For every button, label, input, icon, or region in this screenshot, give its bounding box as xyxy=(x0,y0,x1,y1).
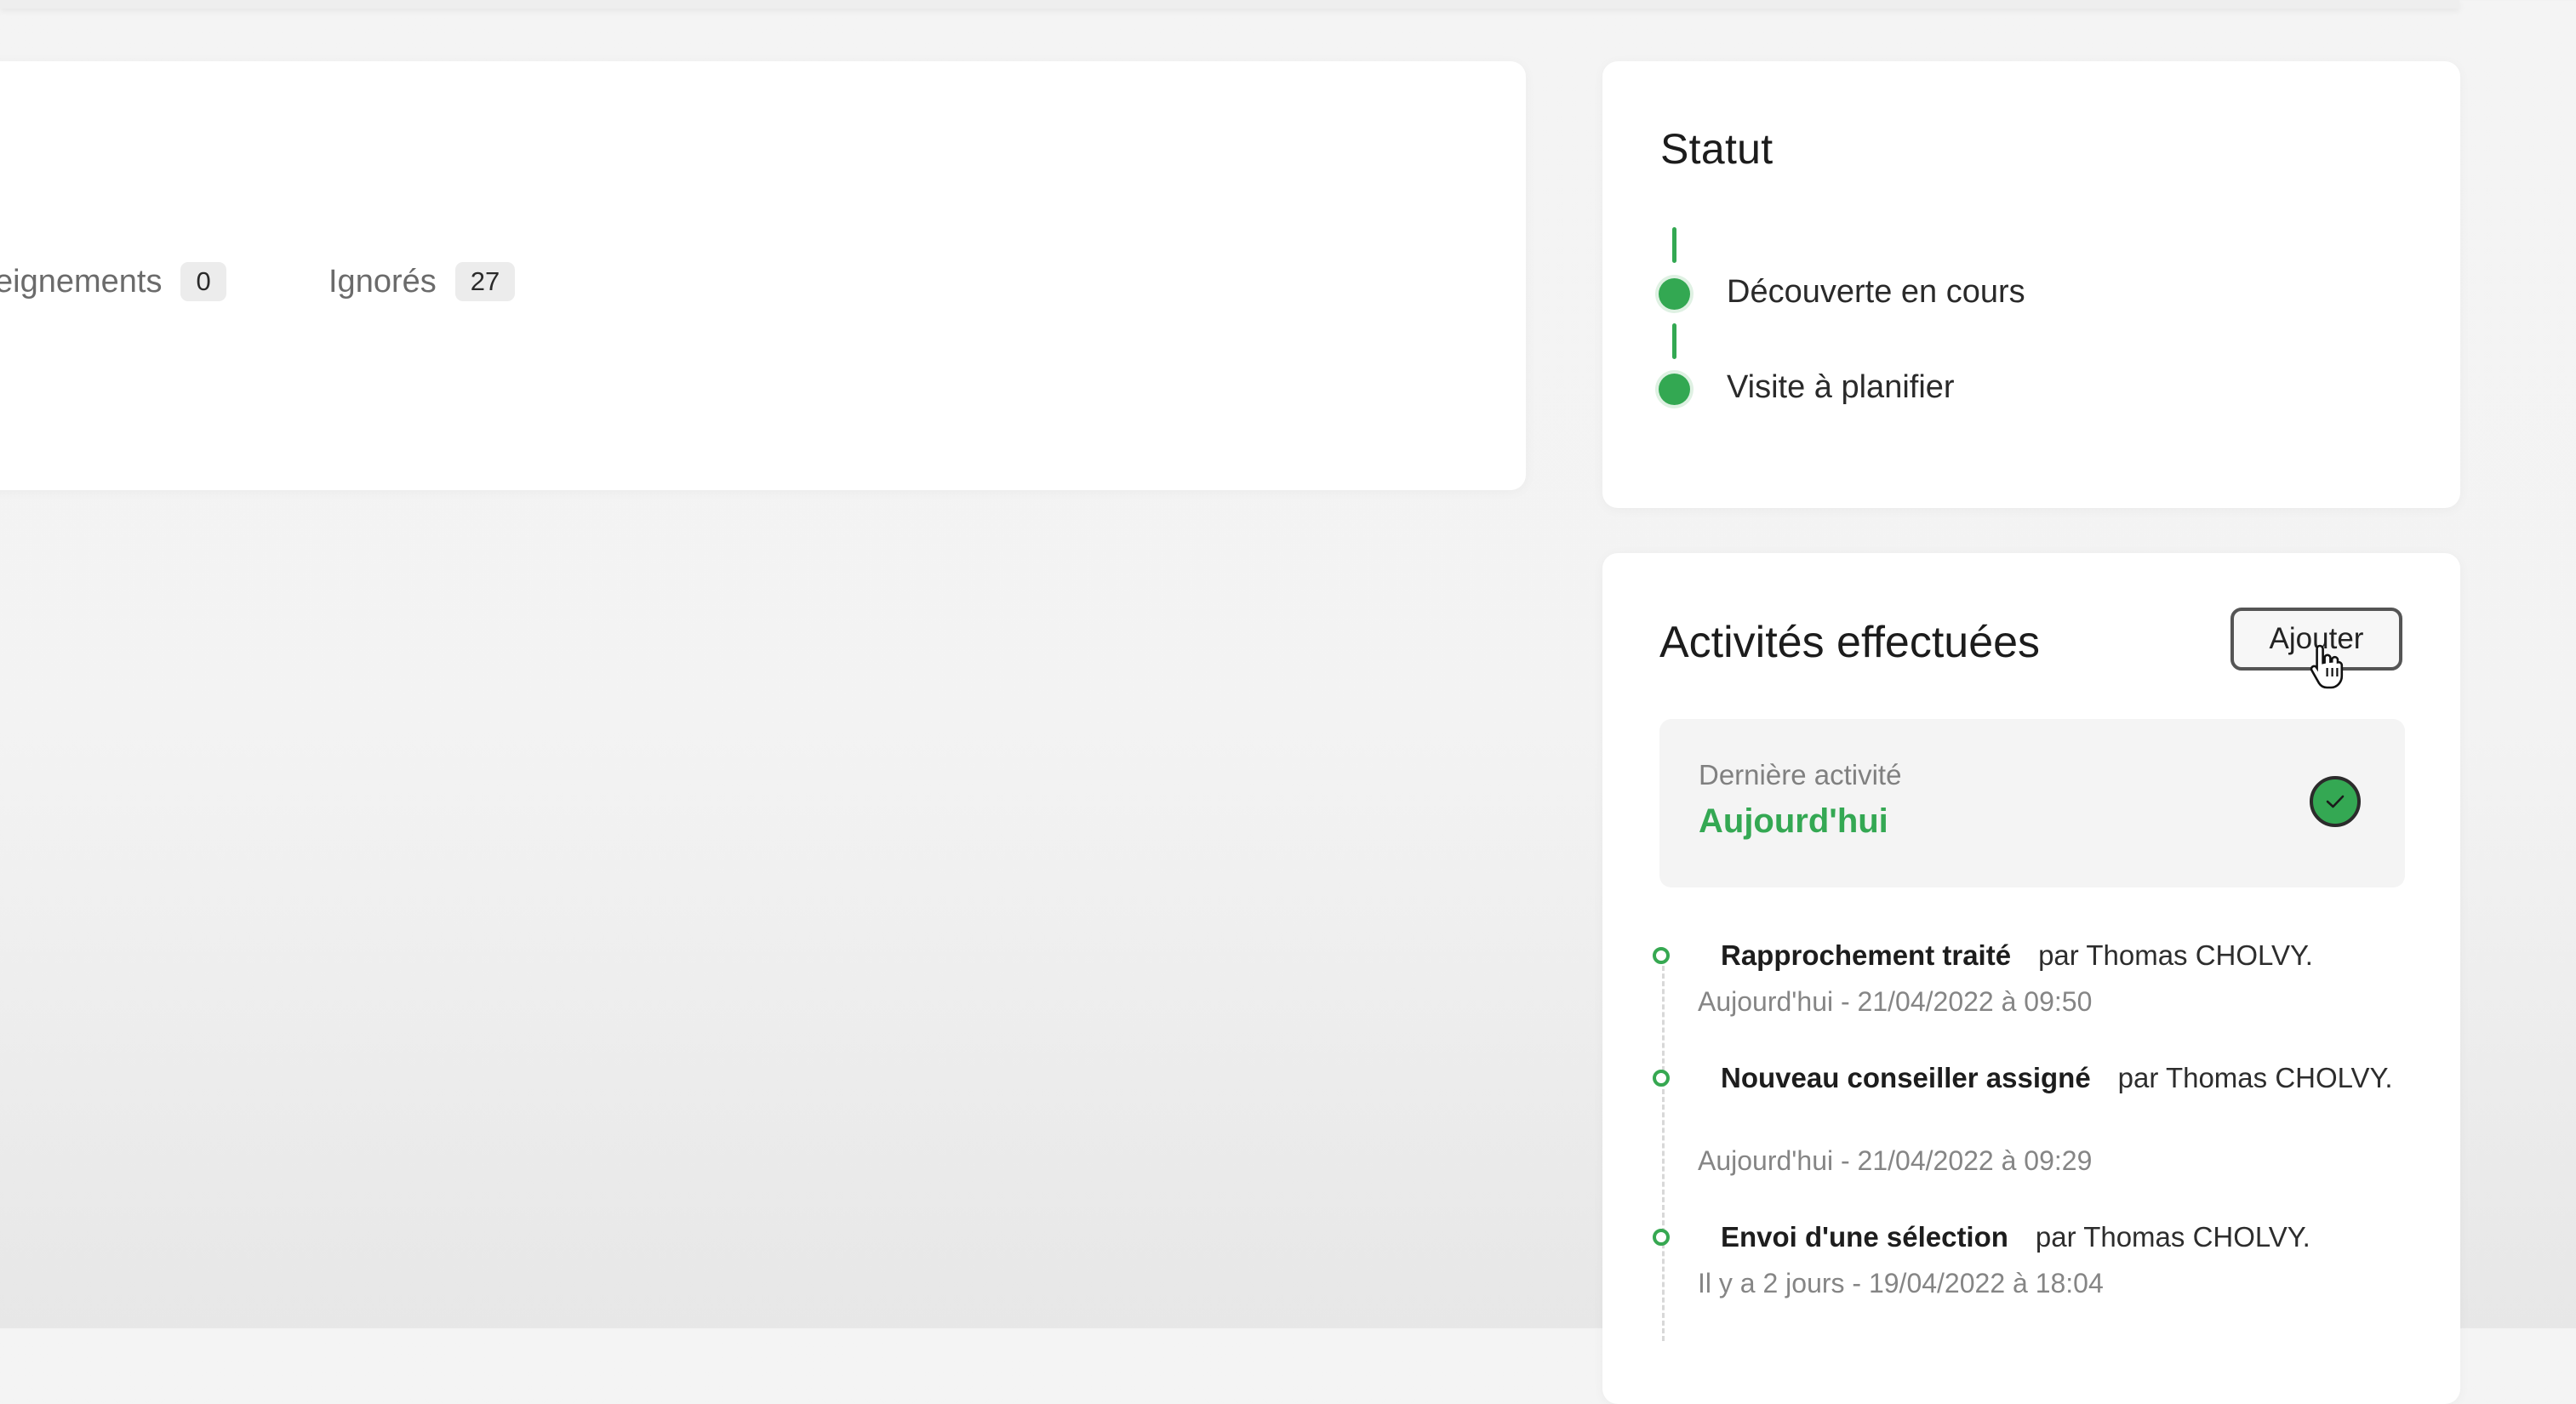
status-step-label: Visite à planifier xyxy=(1727,369,1955,405)
timeline-dot-icon xyxy=(1653,1070,1670,1087)
filter-count-badge: 0 xyxy=(180,262,226,301)
timeline-date: Aujourd'hui - 21/04/2022 à 09:50 xyxy=(1698,986,2093,1017)
timeline-item-text: Envoi d'une sélection par Thomas CHOLVY. xyxy=(1698,1219,2396,1256)
activities-title: Activités effectuées xyxy=(1659,618,2041,667)
filter-count-badge: 27 xyxy=(454,262,516,301)
timeline-connector xyxy=(1662,958,1665,1341)
timeline-event: Nouveau conseiller assigné xyxy=(1721,1062,2091,1093)
last-activity-value: Aujourd'hui xyxy=(1699,802,1888,840)
timeline-dot-icon xyxy=(1653,1229,1670,1246)
timeline-date: Aujourd'hui - 21/04/2022 à 09:29 xyxy=(1698,1145,2093,1176)
last-activity-panel: Dernière activité Aujourd'hui xyxy=(1659,719,2405,887)
timeline-date: Il y a 2 jours - 19/04/2022 à 18:04 xyxy=(1698,1268,2104,1298)
last-activity-label: Dernière activité xyxy=(1699,759,1902,790)
status-card: Statut Découverte en cours Visite à plan… xyxy=(1602,61,2460,508)
timeline-author: par Thomas CHOLVY. xyxy=(2117,1062,2393,1093)
hand-pointer-icon xyxy=(2308,643,2345,698)
timeline-dot-icon xyxy=(1653,947,1670,964)
status-step-dot xyxy=(1659,278,1690,310)
status-step-dot xyxy=(1659,374,1690,405)
status-connector xyxy=(1672,323,1676,359)
listing-panel xyxy=(0,61,1526,490)
timeline-author: par Thomas CHOLVY. xyxy=(2035,1221,2310,1253)
status-connector xyxy=(1672,227,1676,263)
status-step-label: Découverte en cours xyxy=(1727,274,2025,310)
filter-tab-ignores[interactable]: Ignorés 27 xyxy=(328,262,516,301)
filter-label: Ignorés xyxy=(328,263,437,300)
timeline-event: Envoi d'une sélection xyxy=(1721,1221,2008,1253)
timeline-item-text: Nouveau conseiller assigné par Thomas CHO… xyxy=(1698,1059,2396,1097)
filter-label: eignements xyxy=(0,263,163,300)
filter-tab-renseignements[interactable]: eignements 0 xyxy=(0,262,226,301)
check-circle-icon xyxy=(2310,776,2361,827)
status-title: Statut xyxy=(1660,125,1773,173)
timeline-event: Rapprochement traité xyxy=(1721,939,2012,971)
timeline-author: par Thomas CHOLVY. xyxy=(2038,939,2313,971)
timeline-item-text: Rapprochement traité par Thomas CHOLVY. xyxy=(1698,937,2396,974)
top-header-bar xyxy=(0,0,2459,9)
